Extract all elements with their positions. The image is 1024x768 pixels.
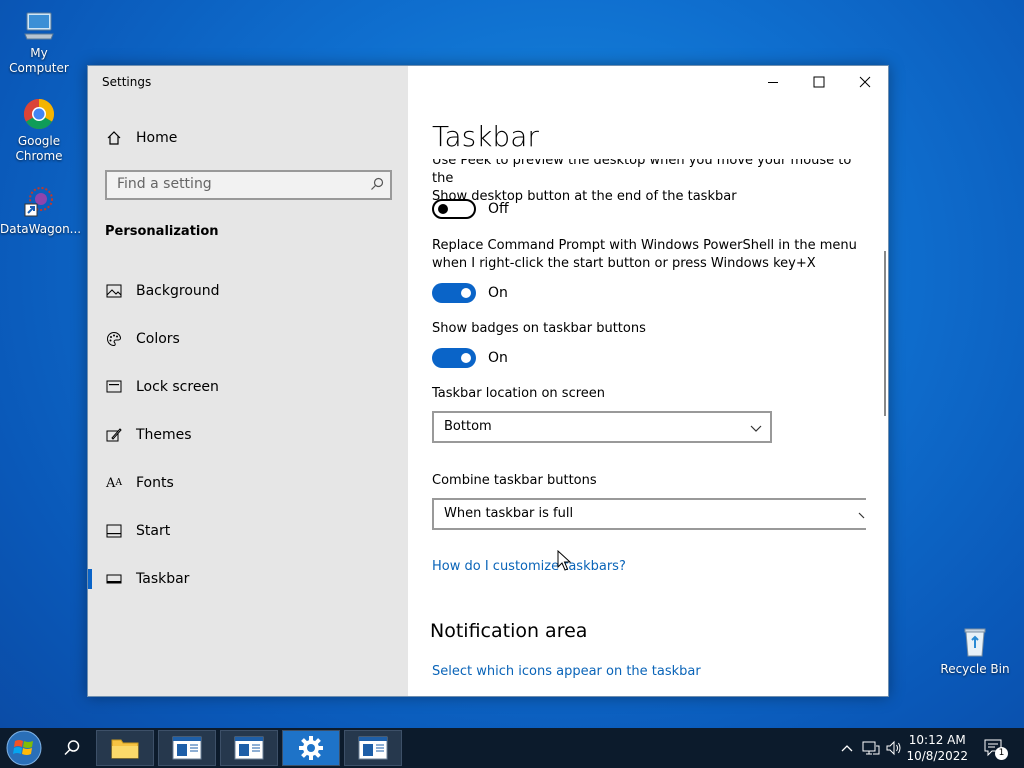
chevron-down-icon (858, 509, 866, 524)
chevron-down-icon (750, 422, 762, 437)
toggle-knob (438, 204, 448, 214)
image-icon (105, 282, 123, 300)
desktop-icon-label: DataWagon... (0, 222, 82, 236)
sidebar-item-start[interactable]: Start (88, 511, 408, 551)
desktop-icon-label: Google Chrome (15, 134, 63, 163)
page-title: Taskbar (432, 120, 539, 153)
sidebar-item-label: Start (136, 523, 171, 539)
powershell-toggle[interactable] (432, 283, 476, 303)
sidebar-item-label: Themes (136, 427, 192, 443)
clock-date: 10/8/2022 (906, 749, 968, 763)
desktop-icon-google-chrome[interactable]: Google Chrome (0, 96, 78, 164)
search-input[interactable]: Find a setting (105, 170, 392, 200)
window-icon (234, 736, 264, 760)
network-button[interactable] (860, 730, 882, 766)
search-placeholder: Find a setting (117, 176, 212, 192)
clock-time: 10:12 AM (908, 733, 966, 747)
location-label: Taskbar location on screen (432, 386, 606, 401)
peek-toggle-state: Off (488, 201, 509, 217)
taskbar-app-file-explorer[interactable] (96, 730, 154, 766)
sidebar-item-home[interactable]: Home (88, 118, 408, 158)
desktop-icon-label: Recycle Bin (940, 662, 1010, 676)
home-icon (105, 129, 123, 147)
taskbar-app-window-3[interactable] (344, 730, 402, 766)
sidebar-item-background[interactable]: Background (88, 271, 408, 311)
sidebar-item-taskbar[interactable]: Taskbar (88, 559, 408, 599)
chevron-up-icon (841, 745, 853, 752)
search-icon (370, 177, 384, 195)
peek-text-line1: Use Peek to preview the desktop when you… (432, 153, 852, 186)
recycle-bin-icon (957, 624, 993, 660)
clock[interactable]: 10:12 AM 10/8/2022 (906, 732, 968, 764)
desktop-icon-label: My Computer (9, 46, 69, 75)
sidebar-item-label: Background (136, 283, 220, 299)
search-icon (64, 740, 80, 756)
location-value: Bottom (444, 419, 492, 434)
sidebar-item-label: Fonts (136, 475, 174, 491)
help-link[interactable]: How do I customize taskbars? (432, 559, 626, 574)
palette-icon (105, 330, 123, 348)
toggle-knob (461, 288, 471, 298)
scrollbar[interactable] (884, 251, 886, 416)
badges-description: Show badges on taskbar buttons (432, 321, 646, 336)
taskbar-icon (105, 570, 123, 588)
combine-dropdown[interactable]: When taskbar is full (432, 498, 866, 530)
brush-icon (105, 426, 123, 444)
taskbar-app-settings[interactable] (282, 730, 340, 766)
start-icon (105, 522, 123, 540)
notification-count-badge: 1 (995, 747, 1008, 760)
badges-toggle[interactable] (432, 348, 476, 368)
window-icon (358, 736, 388, 760)
windows-orb-icon (6, 730, 42, 766)
taskbar-app-window-2[interactable] (220, 730, 278, 766)
action-center-button[interactable]: 1 (980, 730, 1008, 766)
settings-sidebar: Settings Home Find a setting Personaliza… (88, 66, 408, 696)
start-button[interactable] (2, 730, 46, 766)
notification-icons-link[interactable]: Select which icons appear on the taskbar (432, 664, 701, 679)
taskbar-app-window-1[interactable] (158, 730, 216, 766)
sidebar-item-label: Colors (136, 331, 180, 347)
volume-button[interactable] (884, 730, 904, 766)
show-hidden-icons-button[interactable] (838, 730, 856, 766)
powershell-description: Replace Command Prompt with Windows Powe… (432, 238, 857, 271)
chrome-icon (21, 96, 57, 132)
peek-description: Use Peek to preview the desktop when you… (432, 154, 862, 206)
search-button[interactable] (52, 730, 92, 766)
window-title: Settings (102, 75, 152, 89)
desktop-icon-recycle-bin[interactable]: Recycle Bin (936, 624, 1014, 677)
combine-value: When taskbar is full (444, 506, 574, 521)
network-icon (862, 741, 880, 755)
sidebar-item-fonts[interactable]: AA Fonts (88, 463, 408, 503)
sidebar-item-label: Home (136, 130, 178, 146)
gear-icon (299, 736, 323, 760)
lock-screen-icon (105, 378, 123, 396)
desktop-icon-my-computer[interactable]: My Computer (0, 8, 78, 76)
settings-content: Taskbar Use Peek to preview the desktop … (408, 66, 888, 696)
badges-toggle-state: On (488, 350, 508, 366)
settings-window: Settings Home Find a setting Personaliza… (87, 65, 889, 697)
combine-label: Combine taskbar buttons (432, 473, 597, 488)
sidebar-item-themes[interactable]: Themes (88, 415, 408, 455)
peek-toggle[interactable] (432, 199, 476, 219)
section-heading: Personalization (105, 224, 219, 239)
sidebar-item-colors[interactable]: Colors (88, 319, 408, 359)
datawagon-icon (21, 184, 57, 220)
location-dropdown[interactable]: Bottom (432, 411, 772, 443)
sidebar-item-label: Lock screen (136, 379, 219, 395)
powershell-toggle-state: On (488, 285, 508, 301)
window-icon (172, 736, 202, 760)
desktop-icon-datawagon[interactable]: DataWagon... (0, 184, 82, 237)
sidebar-item-label: Taskbar (136, 571, 190, 587)
computer-icon (21, 8, 57, 44)
notification-area-heading: Notification area (430, 620, 588, 642)
folder-icon (111, 739, 139, 759)
speaker-icon (886, 740, 901, 756)
fonts-icon: AA (106, 475, 122, 491)
taskbar: 10:12 AM 10/8/2022 1 (0, 728, 1024, 768)
sidebar-item-lock-screen[interactable]: Lock screen (88, 367, 408, 407)
toggle-knob (461, 353, 471, 363)
mouse-cursor-icon (557, 550, 571, 571)
